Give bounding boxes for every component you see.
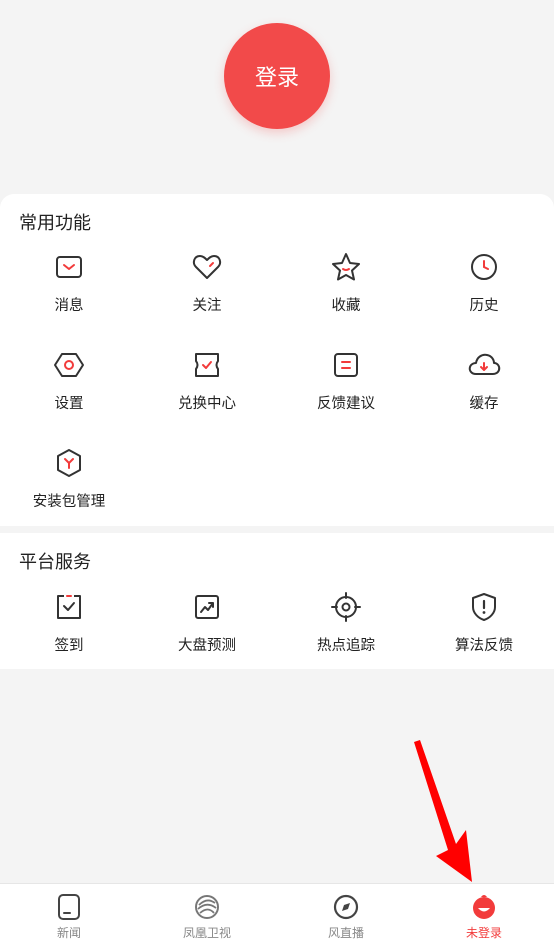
annotation-arrow-icon bbox=[414, 740, 472, 882]
menu-item-label: 设置 bbox=[54, 396, 84, 412]
menu-item-label: 缓存 bbox=[469, 396, 499, 412]
menu-item-history[interactable]: 历史 bbox=[415, 250, 553, 340]
news-icon bbox=[54, 892, 84, 922]
tab-label: 凤凰卫视 bbox=[182, 926, 231, 940]
star-icon bbox=[329, 250, 363, 284]
platform-services-title: 平台服务 bbox=[19, 552, 91, 573]
menu-item-label: 关注 bbox=[192, 298, 222, 314]
menu-item-label: 历史 bbox=[469, 298, 499, 314]
menu-item-label: 算法反馈 bbox=[455, 638, 513, 654]
tab-label: 新闻 bbox=[56, 926, 81, 940]
menu-item-checkin[interactable]: 签到 bbox=[0, 590, 138, 680]
tab-not-logged-in[interactable]: 未登录 bbox=[415, 884, 553, 943]
tab-phoenix-tv[interactable]: 凤凰卫视 bbox=[138, 884, 276, 943]
settings-icon bbox=[52, 348, 86, 382]
common-functions-title: 常用功能 bbox=[19, 213, 91, 234]
heart-icon bbox=[190, 250, 224, 284]
menu-item-market-forecast[interactable]: 大盘预测 bbox=[138, 590, 276, 680]
compass-icon bbox=[331, 892, 361, 922]
menu-item-label: 安装包管理 bbox=[32, 494, 106, 510]
menu-item-label: 签到 bbox=[54, 638, 84, 654]
menu-item-algorithm-feedback[interactable]: 算法反馈 bbox=[415, 590, 553, 680]
phoenix-icon bbox=[192, 892, 222, 922]
tab-label: 风直播 bbox=[327, 926, 364, 940]
menu-item-message[interactable]: 消息 bbox=[0, 250, 138, 340]
tab-live[interactable]: 风直播 bbox=[277, 884, 415, 943]
shield-alert-icon bbox=[467, 590, 501, 624]
menu-item-label: 热点追踪 bbox=[317, 638, 375, 654]
menu-item-redeem-center[interactable]: 兑换中心 bbox=[138, 348, 276, 438]
cloud-download-icon bbox=[467, 348, 501, 382]
menu-item-cache[interactable]: 缓存 bbox=[415, 348, 553, 438]
menu-item-label: 大盘预测 bbox=[178, 638, 236, 654]
tab-label: 未登录 bbox=[465, 926, 502, 940]
ticket-icon bbox=[190, 348, 224, 382]
menu-item-settings[interactable]: 设置 bbox=[0, 348, 138, 438]
menu-item-package-manager[interactable]: 安装包管理 bbox=[0, 446, 138, 536]
package-icon bbox=[52, 446, 86, 480]
menu-item-label: 消息 bbox=[54, 298, 84, 314]
bottom-tab-bar: 新闻 凤凰卫视 风直播 未登录 bbox=[0, 883, 554, 943]
menu-item-label: 反馈建议 bbox=[317, 396, 375, 412]
clock-icon bbox=[467, 250, 501, 284]
feedback-icon bbox=[329, 348, 363, 382]
menu-item-label: 兑换中心 bbox=[178, 396, 236, 412]
menu-item-favorite[interactable]: 收藏 bbox=[277, 250, 415, 340]
menu-item-hot-tracking[interactable]: 热点追踪 bbox=[277, 590, 415, 680]
menu-item-follow[interactable]: 关注 bbox=[138, 250, 276, 340]
trend-chart-icon bbox=[190, 590, 224, 624]
target-icon bbox=[329, 590, 363, 624]
avatar-icon bbox=[469, 892, 499, 922]
message-icon bbox=[52, 250, 86, 284]
checkin-icon bbox=[52, 590, 86, 624]
login-area: 登录 bbox=[0, 0, 554, 194]
tab-news[interactable]: 新闻 bbox=[0, 884, 138, 943]
menu-item-feedback[interactable]: 反馈建议 bbox=[277, 348, 415, 438]
login-button[interactable]: 登录 bbox=[224, 23, 330, 129]
menu-item-label: 收藏 bbox=[331, 298, 361, 314]
